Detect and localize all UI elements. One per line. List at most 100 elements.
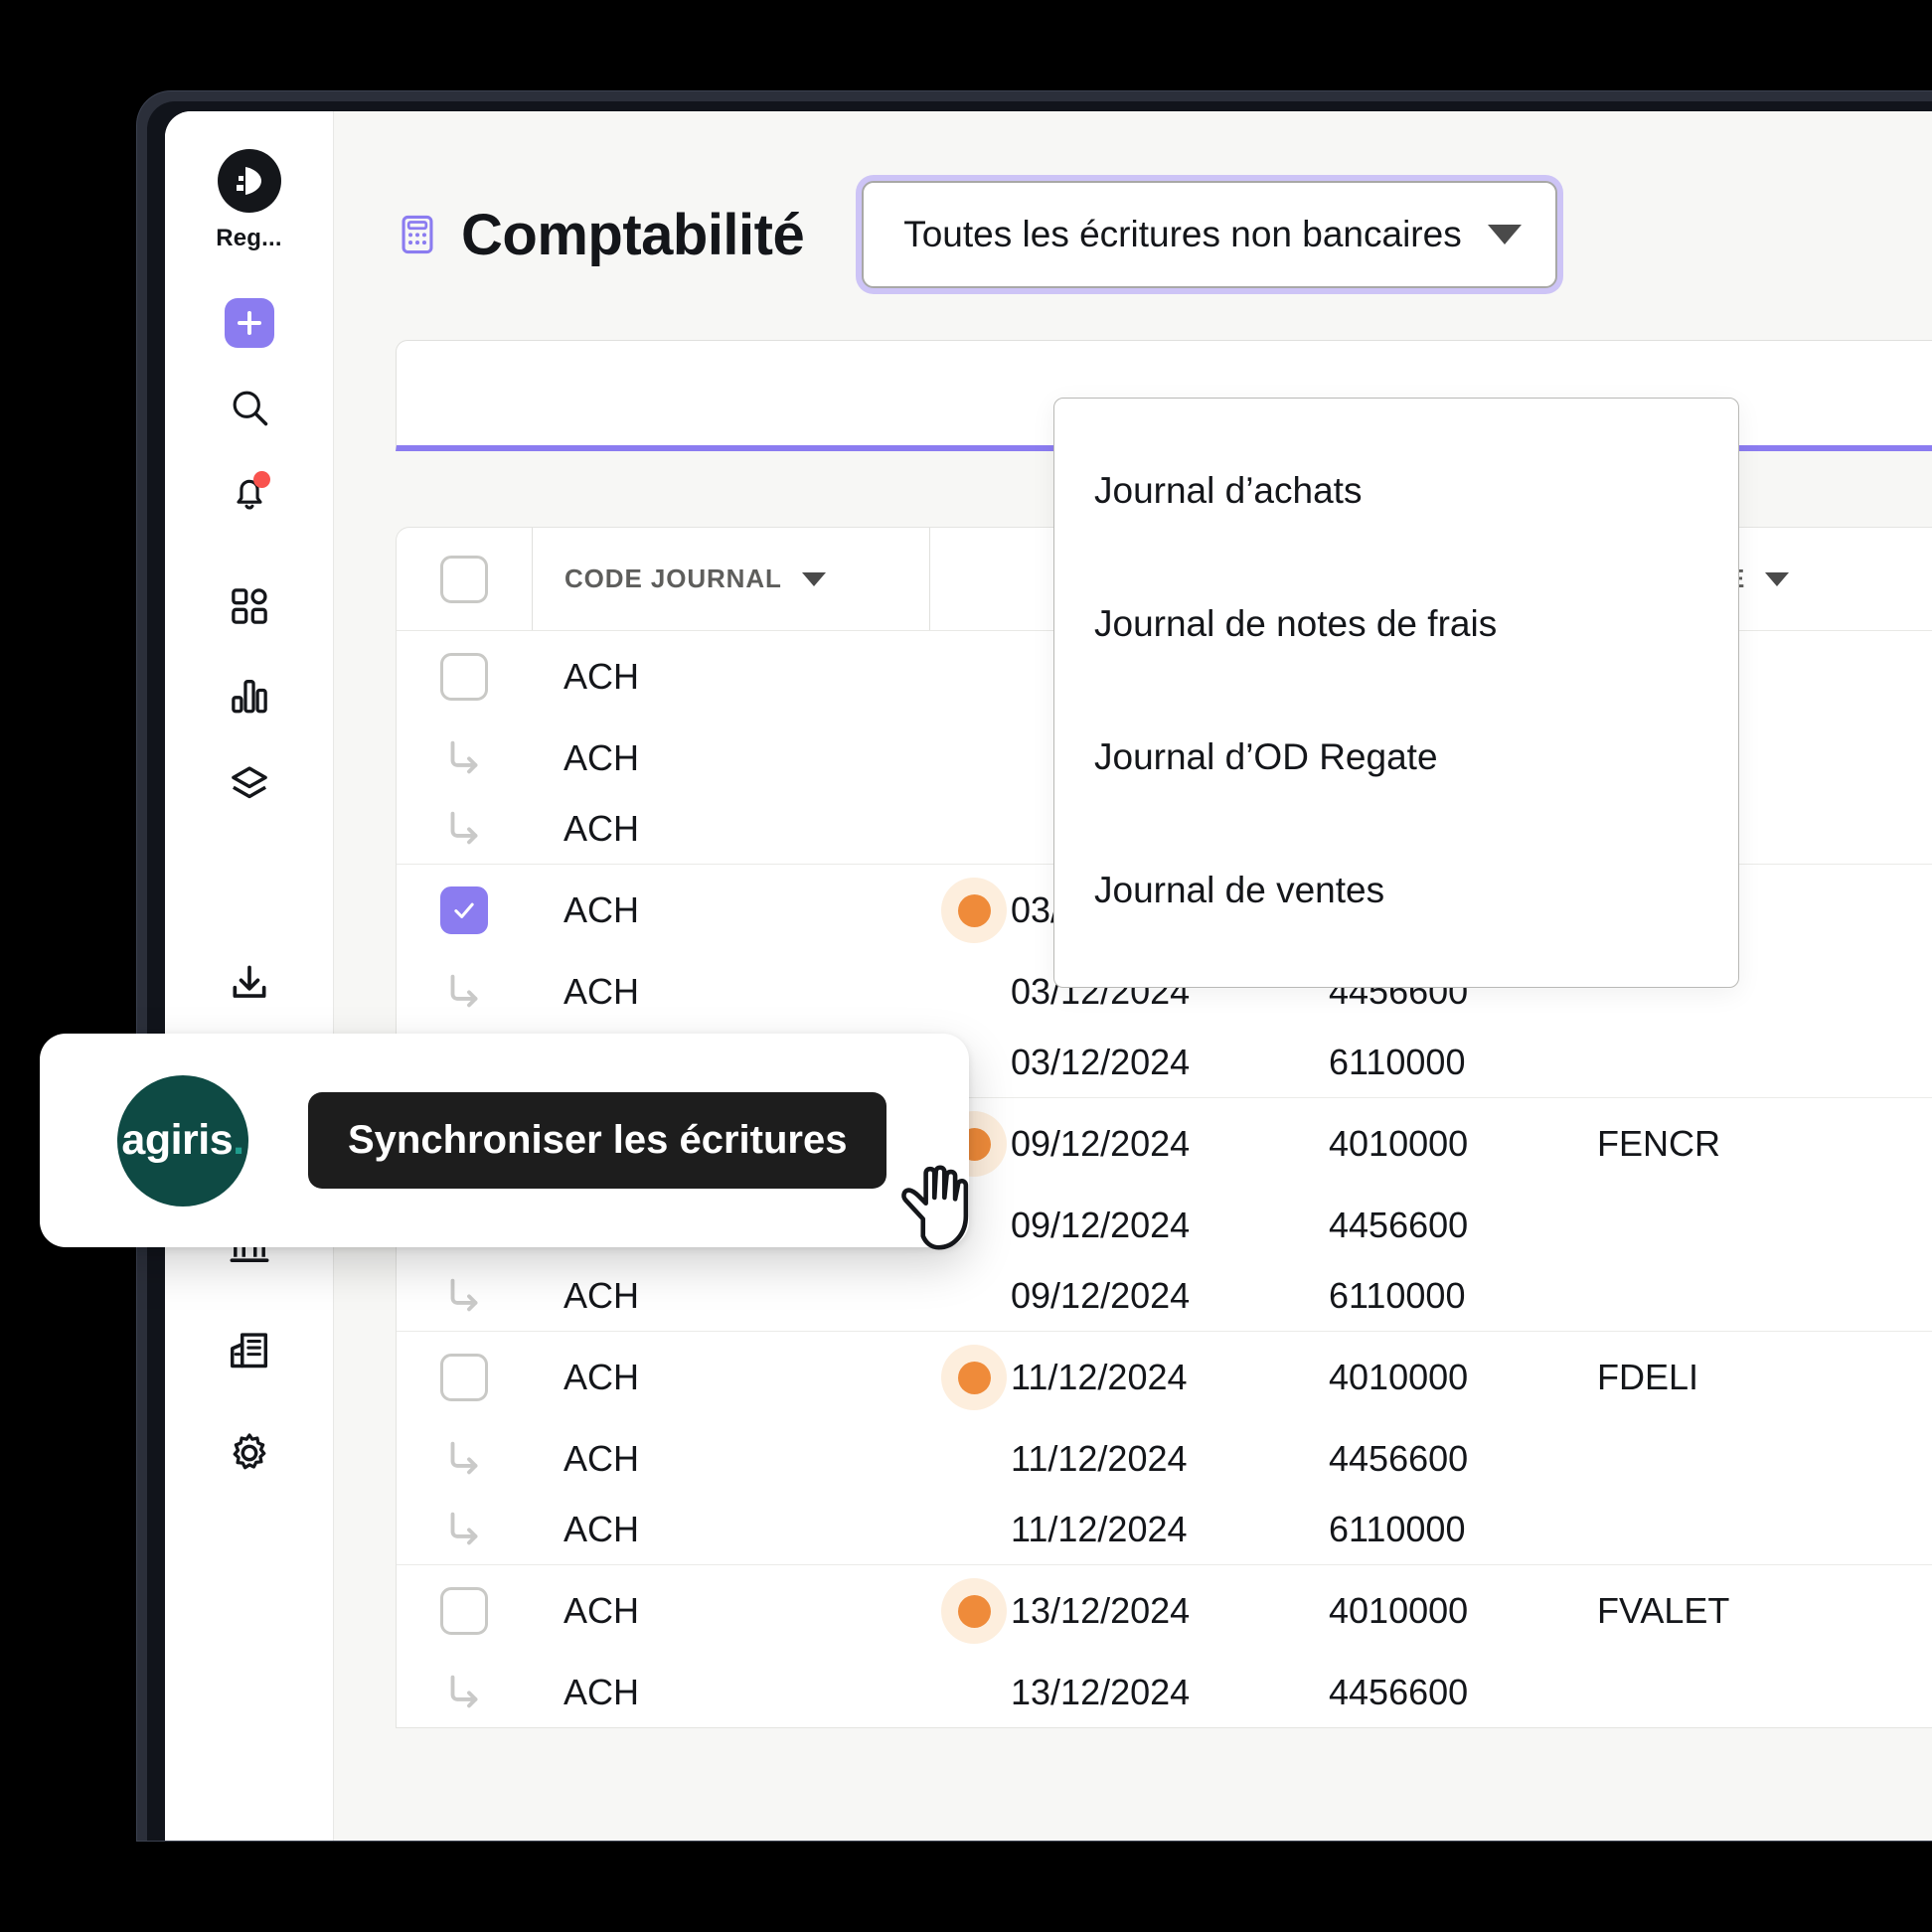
sidebar-item-add[interactable] [224, 298, 274, 348]
row-select-cell [397, 1354, 532, 1401]
cell-date-text: 09/12/2024 [1011, 1274, 1191, 1316]
cell-code-journal: ACH [564, 1508, 640, 1549]
sidebar-item-settings[interactable] [224, 1427, 275, 1479]
row-checkbox[interactable] [440, 1354, 488, 1401]
journal-filter-select[interactable]: Toutes les écritures non bancaires [862, 181, 1558, 288]
sidebar-group-secondary [224, 580, 275, 811]
cell-compte: 4010000 [1329, 1357, 1469, 1397]
status-badge [941, 1345, 1007, 1410]
cell-compte: 6110000 [1329, 1274, 1466, 1316]
row-checkbox[interactable] [440, 653, 488, 701]
column-header-code-journal[interactable]: CODE JOURNAL [532, 528, 929, 630]
select-all-checkbox[interactable] [440, 555, 488, 603]
plus-icon [237, 311, 261, 335]
check-icon [454, 902, 474, 918]
row-checkbox[interactable] [440, 1587, 488, 1635]
regate-logo-icon[interactable] [217, 149, 281, 213]
row-select-cell [397, 886, 532, 934]
table-row[interactable]: ACH 11/12/2024 4456600 [397, 1423, 1932, 1494]
sync-tooltip: Synchroniser les écritures [308, 1092, 887, 1189]
sidebar-group-import [224, 958, 275, 1010]
select-all-cell [397, 528, 532, 630]
cell-code-journal: ACH [564, 1357, 640, 1397]
notification-badge [252, 471, 270, 488]
download-import-icon [233, 965, 265, 998]
cell-compte: 4010000 [1329, 1123, 1469, 1164]
sidebar: Reg... [165, 111, 334, 1841]
cell-code-journal: ACH [564, 807, 640, 849]
dropdown-option-od-regate[interactable]: Journal d’OD Regate [1054, 691, 1738, 824]
building-icon [230, 1333, 267, 1368]
row-checkbox[interactable] [440, 886, 488, 934]
cell-code-journal: ACH [564, 1274, 640, 1316]
cell-date-text: 11/12/2024 [1011, 1357, 1188, 1397]
sort-chevron-down-icon[interactable] [801, 571, 826, 586]
sort-chevron-down-icon[interactable] [1765, 571, 1790, 586]
cell-date: 09/12/2024 [929, 1275, 1297, 1317]
dropdown-option-achats[interactable]: Journal d’achats [1054, 424, 1738, 558]
table-row[interactable]: ACH 09/12/2024 6110000 [397, 1260, 1932, 1331]
cell-date: 11/12/2024 [929, 1509, 1297, 1550]
sidebar-item-import[interactable] [224, 958, 275, 1010]
table-row-group: ACH 11/12/2024 4010000 FDELI ACH 11/12/2024 44… [397, 1332, 1932, 1565]
app-window: Reg... Comptabilité Toutes les écritures… [165, 111, 1932, 1841]
search-icon [233, 391, 267, 426]
cell-date-text: 13/12/2024 [1011, 1671, 1191, 1712]
sidebar-item-notifications[interactable] [224, 467, 275, 519]
cell-date: 03/12/2024 [929, 1042, 1297, 1083]
agiris-sync-card[interactable]: agiris. Synchroniser les écritures [40, 1034, 969, 1247]
sidebar-item-search[interactable] [224, 382, 275, 433]
dropdown-option-ventes[interactable]: Journal de ventes [1054, 824, 1738, 957]
screenshot-root: Reg... Comptabilité Toutes les écritures… [0, 0, 1932, 1932]
cell-date-text: 11/12/2024 [1011, 1508, 1188, 1549]
sub-entry-arrow-icon [450, 1512, 478, 1544]
cell-date-text: 13/12/2024 [1011, 1590, 1191, 1631]
sub-entry-arrow-icon [450, 740, 478, 773]
column-label-code-journal: CODE JOURNAL [564, 564, 782, 593]
cell-code-journal: ACH [564, 889, 640, 930]
cell-compte: 6110000 [1329, 1041, 1466, 1082]
cell-date: 13/12/2024 [929, 1672, 1297, 1713]
sub-entry-arrow-icon [450, 974, 478, 1007]
sidebar-item-layers[interactable] [224, 759, 275, 811]
chevron-down-icon [1488, 225, 1523, 244]
calculator-icon [396, 213, 439, 256]
layers-icon [231, 766, 267, 799]
journal-filter-dropdown: Journal d’achats Journal de notes de fra… [1053, 398, 1739, 988]
cell-auxiliare: FVALET [1597, 1590, 1730, 1631]
dropdown-option-notes-de-frais[interactable]: Journal de notes de frais [1054, 558, 1738, 691]
row-select-cell [397, 969, 532, 1015]
row-select-cell [397, 653, 532, 701]
sidebar-item-reports[interactable] [224, 670, 275, 722]
cell-date-text: 09/12/2024 [1011, 1123, 1191, 1164]
sub-entry-arrow-icon [450, 1675, 478, 1707]
brand-label: Reg... [216, 225, 282, 251]
page-title: Comptabilité [461, 202, 805, 267]
sub-entry-arrow-icon [450, 811, 478, 844]
cell-auxiliare: FENCR [1597, 1123, 1720, 1164]
sidebar-item-company[interactable] [224, 1324, 275, 1375]
hand-pointer-cursor [894, 1153, 986, 1262]
agiris-logo-text: agiris. [121, 1116, 244, 1164]
sub-entry-arrow-icon [450, 1441, 478, 1474]
cell-date: 13/12/2024 [929, 1578, 1297, 1644]
cell-date-text: 11/12/2024 [1011, 1437, 1188, 1479]
table-row[interactable]: ACH 11/12/2024 6110000 [397, 1494, 1932, 1564]
sidebar-group-primary [224, 298, 275, 519]
sidebar-item-apps[interactable] [224, 580, 275, 632]
table-row-group: ACH 13/12/2024 4010000 FVALET ACH 13/12/2024 4… [397, 1565, 1932, 1727]
cell-date: 11/12/2024 [929, 1345, 1297, 1410]
table-row[interactable]: ACH 13/12/2024 4010000 FVALET [397, 1565, 1932, 1657]
row-select-cell [397, 806, 532, 852]
gear-icon [233, 1433, 265, 1470]
cell-compte: 4456600 [1329, 1671, 1469, 1712]
row-select-cell [397, 1507, 532, 1552]
cell-date: 11/12/2024 [929, 1438, 1297, 1480]
cell-date-text: 09/12/2024 [1011, 1204, 1191, 1245]
cell-auxiliare: FDELI [1597, 1357, 1699, 1397]
table-row[interactable]: ACH 13/12/2024 4456600 [397, 1657, 1932, 1727]
table-row[interactable]: ACH 11/12/2024 4010000 FDELI [397, 1332, 1932, 1423]
bar-chart-icon [231, 680, 267, 714]
cell-code-journal: ACH [564, 970, 640, 1012]
status-badge [941, 1578, 1007, 1644]
